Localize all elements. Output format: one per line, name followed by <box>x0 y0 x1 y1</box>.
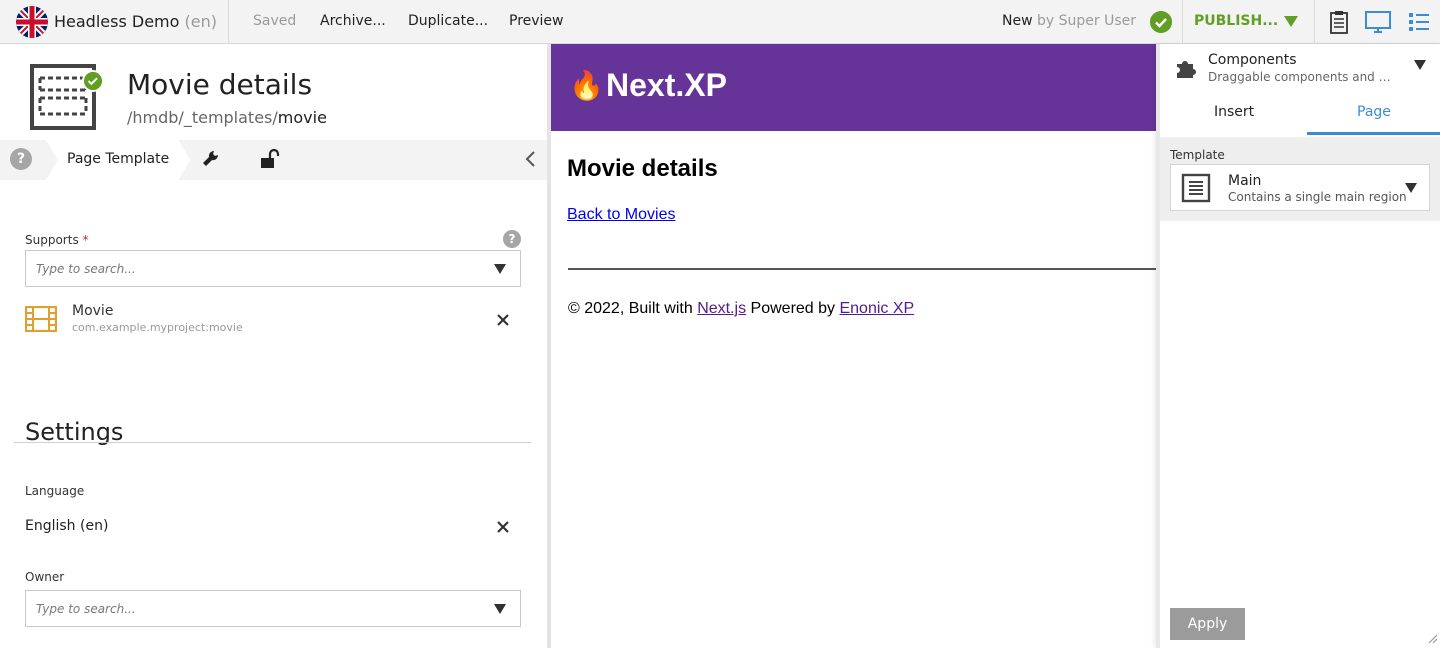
saved-button[interactable]: Saved <box>253 13 296 29</box>
chevron-down-icon[interactable] <box>494 604 506 614</box>
context-panel: Components Draggable components and pa..… <box>1156 44 1440 648</box>
selected-content-type-key: com.example.myproject:movie <box>72 321 243 334</box>
page-title[interactable]: Movie details <box>127 68 312 101</box>
supports-label: Supports * <box>25 233 89 247</box>
check-circle-icon <box>1150 11 1172 33</box>
language-value: English (en) <box>25 518 109 534</box>
unlock-icon[interactable] <box>258 148 280 170</box>
chevron-down-icon[interactable] <box>494 264 506 274</box>
wizard-step-navigator: ? Page Template <box>0 140 547 180</box>
clipboard-icon[interactable] <box>1326 9 1352 35</box>
widget-subtitle: Draggable components and pa... <box>1208 70 1394 84</box>
project-language: (en) <box>184 12 217 31</box>
owner-search-input[interactable] <box>36 600 476 618</box>
step-page-template-label[interactable]: Page Template <box>67 151 169 167</box>
chevron-down-icon[interactable] <box>1405 183 1417 193</box>
apply-button[interactable]: Apply <box>1170 608 1245 640</box>
active-tab-indicator <box>1307 132 1440 135</box>
language-label: Language <box>25 484 85 498</box>
list-icon[interactable] <box>1406 9 1432 35</box>
preview-footer: © 2022, Built with Next.js Powered by En… <box>568 300 914 318</box>
selected-content-type-name: Movie <box>72 303 114 319</box>
duplicate-button[interactable]: Duplicate... <box>408 13 488 29</box>
live-preview-frame: 🔥 Next.XP Movie details Back to Movies ©… <box>551 44 1156 648</box>
supports-search-input[interactable] <box>36 260 476 278</box>
publish-menu-arrow[interactable] <box>1284 16 1298 27</box>
preview-page-title: Movie details <box>567 155 718 182</box>
preview-button[interactable]: Preview <box>509 13 564 29</box>
preview-site-header: 🔥 Next.XP <box>551 44 1156 131</box>
back-to-movies-link[interactable]: Back to Movies <box>567 206 675 224</box>
footer-text: © 2022, Built with <box>568 300 698 317</box>
preview-divider <box>568 268 1156 270</box>
chevron-left-icon[interactable] <box>522 150 540 168</box>
status-label: New <box>1002 13 1033 29</box>
project-title: Headless Demo (en) <box>54 12 217 31</box>
template-section: Template Main Contains a single main reg… <box>1160 137 1440 221</box>
project-name: Headless Demo <box>54 12 180 31</box>
monitor-icon[interactable] <box>1365 9 1391 35</box>
tab-page[interactable]: Page <box>1357 104 1391 120</box>
document-icon <box>1181 173 1211 203</box>
puzzle-icon <box>1177 61 1196 78</box>
template-label: Template <box>1170 148 1225 162</box>
uk-flag-icon[interactable] <box>16 6 48 38</box>
content-status: New by Super User <box>1002 13 1136 29</box>
supports-label-text: Supports <box>25 233 79 247</box>
content-path[interactable]: /hmdb/_templates/movie <box>127 108 327 127</box>
top-toolbar: Headless Demo (en) Saved Archive... Dupl… <box>0 0 1440 44</box>
nextjs-link[interactable]: Next.js <box>697 300 746 317</box>
widget-dropdown-arrow[interactable] <box>1414 60 1426 70</box>
supports-combobox[interactable] <box>25 250 521 287</box>
owner-combobox[interactable] <box>25 590 521 627</box>
enonic-xp-link[interactable]: Enonic XP <box>839 300 914 317</box>
close-icon[interactable] <box>496 313 510 327</box>
widget-title[interactable]: Components <box>1208 52 1297 68</box>
status-author: by Super User <box>1037 13 1136 29</box>
template-dropdown[interactable]: Main Contains a single main region <box>1170 164 1430 211</box>
settings-divider <box>14 442 531 443</box>
footer-text-mid: Powered by <box>746 300 840 317</box>
resize-grip-icon[interactable] <box>1426 632 1438 644</box>
template-description: Contains a single main region <box>1228 190 1407 204</box>
path-prefix: /hmdb/_templates/ <box>127 108 278 127</box>
close-icon[interactable] <box>496 520 510 534</box>
content-wizard-panel: Movie details /hmdb/_templates/movie ? P… <box>0 44 547 648</box>
owner-label: Owner <box>25 570 65 584</box>
toolbar-divider <box>228 0 229 44</box>
toolbar-divider <box>1182 0 1183 44</box>
site-brand[interactable]: Next.XP <box>606 67 727 104</box>
flame-icon: 🔥 <box>569 69 604 102</box>
required-mark: * <box>82 233 89 247</box>
help-icon[interactable]: ? <box>10 148 32 170</box>
path-name: movie <box>277 108 327 127</box>
archive-button[interactable]: Archive... <box>320 13 386 29</box>
toolbar-divider <box>1314 0 1315 44</box>
wrench-icon[interactable] <box>200 148 222 170</box>
template-name: Main <box>1228 173 1262 189</box>
tab-insert[interactable]: Insert <box>1214 104 1254 120</box>
film-icon <box>25 306 57 332</box>
check-circle-icon <box>82 70 104 92</box>
help-icon[interactable]: ? <box>503 230 521 248</box>
publish-button[interactable]: PUBLISH... <box>1194 13 1278 29</box>
